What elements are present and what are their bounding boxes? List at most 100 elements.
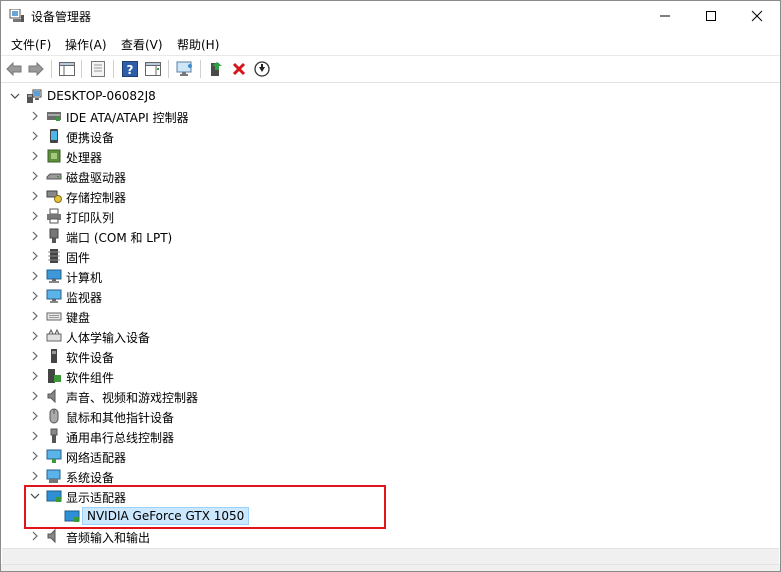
tree-item[interactable]: 监视器 (2, 286, 779, 306)
help-button[interactable]: ? (121, 60, 139, 78)
chevron-right-icon[interactable] (28, 469, 42, 483)
chevron-right-icon[interactable] (28, 149, 42, 163)
tree-item[interactable]: 软件组件 (2, 366, 779, 386)
toolbar-separator (51, 60, 52, 78)
tree-item[interactable]: 处理器 (2, 146, 779, 166)
menu-help[interactable]: 帮助(H) (177, 36, 219, 53)
disable-device-button[interactable] (253, 60, 271, 78)
chevron-right-icon[interactable] (28, 449, 42, 463)
tree-item[interactable]: IDE ATA/ATAPI 控制器 (2, 106, 779, 126)
tree-item[interactable]: 便携设备 (2, 126, 779, 146)
chevron-right-icon[interactable] (28, 289, 42, 303)
horizontal-scrollbar[interactable] (2, 548, 779, 565)
back-arrow-icon (6, 62, 22, 76)
tree-item[interactable]: 鼠标和其他指针设备 (2, 406, 779, 426)
chevron-right-icon[interactable] (28, 369, 42, 383)
action-pane-button[interactable] (144, 60, 162, 78)
tree-item-label: 通用串行总线控制器 (66, 431, 175, 445)
device-tree[interactable]: DESKTOP-06082J8 IDE ATA/ATAPI 控制器 便携设备 处… (2, 83, 779, 549)
chevron-right-icon[interactable] (28, 529, 42, 543)
chevron-right-icon[interactable] (28, 269, 42, 283)
tree-item[interactable]: 音频输入和输出 (2, 526, 779, 546)
help-icon: ? (122, 61, 138, 77)
tree-item[interactable]: 人体学输入设备 (2, 326, 779, 346)
tree-item[interactable]: 存储控制器 (2, 186, 779, 206)
back-button[interactable] (5, 60, 23, 78)
menu-view[interactable]: 查看(V) (121, 36, 163, 53)
portable-device-icon (50, 129, 58, 143)
chevron-right-icon[interactable] (28, 129, 42, 143)
tree-item-label: 软件设备 (66, 351, 115, 365)
tree-item[interactable]: 磁盘驱动器 (2, 166, 779, 186)
mouse-icon (49, 408, 59, 424)
tree-item-label: 音频输入和输出 (66, 531, 151, 545)
monitor-icon (46, 289, 62, 303)
chevron-right-icon[interactable] (28, 109, 42, 123)
chevron-right-icon[interactable] (28, 189, 42, 203)
tree-item[interactable]: 通用串行总线控制器 (2, 426, 779, 446)
tree-item[interactable]: 计算机 (2, 266, 779, 286)
chevron-right-icon[interactable] (28, 429, 42, 443)
forward-button[interactable] (27, 60, 45, 78)
close-window-button[interactable] (734, 1, 780, 31)
scan-hardware-button[interactable] (176, 60, 194, 78)
software-device-icon (51, 349, 57, 363)
tree-item[interactable]: 声音、视频和游戏控制器 (2, 386, 779, 406)
printer-icon (47, 208, 61, 224)
minimize-icon (660, 15, 670, 17)
keyboard-icon (46, 312, 62, 321)
chevron-right-icon[interactable] (28, 309, 42, 323)
tree-item[interactable]: 软件设备 (2, 346, 779, 366)
hid-icon (46, 328, 62, 342)
chevron-right-icon[interactable] (28, 169, 42, 183)
tree-item[interactable]: 系统设备 (2, 466, 779, 486)
tree-item[interactable]: 固件 (2, 246, 779, 266)
chevron-right-icon[interactable] (28, 329, 42, 343)
minimize-button[interactable] (642, 1, 688, 31)
tree-item[interactable]: 端口 (COM 和 LPT) (2, 226, 779, 246)
tree-item-label: 打印队列 (66, 211, 115, 225)
tree-item[interactable]: 打印队列 (2, 206, 779, 226)
chevron-right-icon[interactable] (28, 389, 42, 403)
menu-file[interactable]: 文件(F) (11, 36, 51, 53)
menu-action[interactable]: 操作(A) (65, 36, 107, 53)
disk-drive-icon (46, 173, 62, 180)
chevron-right-icon[interactable] (28, 229, 42, 243)
chevron-right-icon[interactable] (28, 409, 42, 423)
uninstall-device-button[interactable] (230, 60, 248, 78)
toolbar-separator (113, 60, 114, 78)
maximize-icon (706, 11, 716, 21)
window-title: 设备管理器 (31, 10, 92, 24)
update-driver-button[interactable] (207, 60, 225, 78)
tree-item-label: 磁盘驱动器 (66, 171, 127, 185)
svg-text:?: ? (127, 63, 134, 77)
processor-icon (47, 149, 61, 163)
system-device-icon (46, 469, 61, 483)
tree-item-label: 人体学输入设备 (66, 331, 151, 345)
chevron-right-icon[interactable] (28, 249, 42, 263)
chevron-right-icon[interactable] (28, 349, 42, 363)
tree-item-label: 便携设备 (66, 131, 115, 145)
chevron-right-icon[interactable] (28, 209, 42, 223)
tree-item-label: 声音、视频和游戏控制器 (66, 391, 199, 405)
tree-item[interactable]: 网络适配器 (2, 446, 779, 466)
tree-item-label: 网络适配器 (66, 451, 127, 465)
device-manager-window: 设备管理器 文件(F) 操作(A) 查看(V) 帮助(H) ? DESKTOP-… (0, 0, 781, 572)
console-tree-icon (59, 62, 75, 76)
tree-item[interactable]: 键盘 (2, 306, 779, 326)
scan-monitor-icon (176, 61, 192, 76)
storage-controller-icon (46, 190, 62, 203)
chevron-down-icon[interactable] (8, 89, 22, 103)
tree-item-label: 鼠标和其他指针设备 (66, 411, 175, 425)
properties-list-button[interactable] (89, 60, 107, 78)
ide-controller-icon (47, 112, 61, 121)
tree-item-label: 系统设备 (66, 471, 115, 485)
maximize-button[interactable] (688, 1, 734, 31)
tree-root[interactable]: DESKTOP-06082J8 (2, 86, 779, 106)
toolbar-separator (168, 60, 169, 78)
computer-icon (46, 269, 62, 283)
down-arrow-circle-icon (254, 61, 270, 77)
audio-io-icon (47, 528, 56, 544)
show-hide-console-tree-button[interactable] (58, 60, 76, 78)
port-icon (49, 228, 59, 243)
